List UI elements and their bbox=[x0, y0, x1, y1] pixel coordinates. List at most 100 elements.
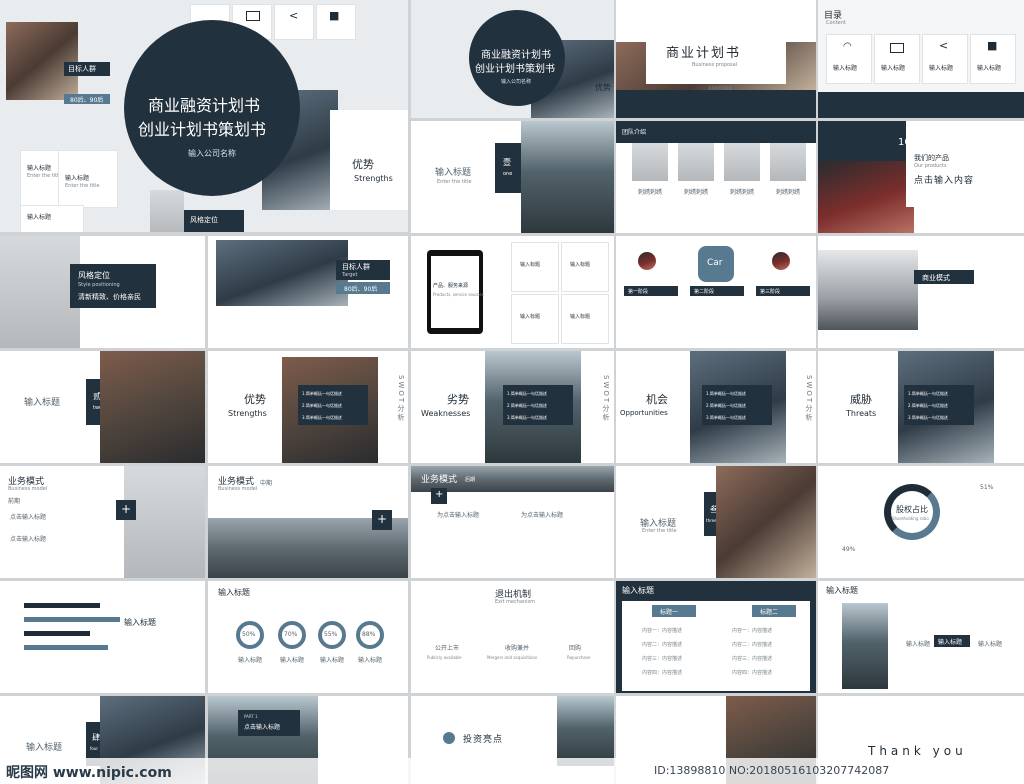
slide-style-positioning[interactable]: 风格定位 Style positioning 清新精致、价格亲民 bbox=[0, 236, 205, 348]
watermark-site: 昵图网 www.nipic.com bbox=[6, 765, 172, 781]
slide-stages[interactable]: Car 第一阶段 第二阶段 第三阶段 bbox=[616, 236, 816, 348]
proposal-footer bbox=[616, 90, 816, 118]
contents-footer bbox=[818, 92, 1024, 118]
stage2-badge: Car bbox=[698, 246, 734, 282]
hero-person-photo bbox=[6, 22, 78, 100]
swot-s-list: 1.简单概括一句话描述 2.简单概括一句话描述 3.简单概括一句话描述 bbox=[298, 385, 368, 425]
hero-guitar-photo bbox=[150, 190, 184, 232]
invest-dot bbox=[443, 732, 455, 744]
slide-business-model-laptop[interactable]: 商业模式 bbox=[818, 236, 1024, 348]
watermark-bar: 昵图网 www.nipic.com ID:13898810 NO:2018051… bbox=[0, 758, 1024, 784]
hero-card-3: 输入标题 bbox=[20, 205, 84, 232]
swot-t-list: 1.简单概括一句话描述 2.简单概括一句话描述 3.简单概括一句话描述 bbox=[904, 385, 974, 425]
bar-1 bbox=[24, 603, 100, 608]
stage1-label: 第一阶段 bbox=[624, 286, 678, 296]
invest-photo bbox=[557, 696, 614, 766]
style-guitar-photo bbox=[0, 236, 80, 348]
swot-w-list: 1.简单概括一句话描述 2.简单概括一句话描述 3.简单概括一句话描述 bbox=[503, 385, 573, 425]
target-tag: 目标人群 Target bbox=[336, 260, 390, 280]
source-tile-3: 输入标题 bbox=[511, 294, 559, 344]
slide-cover-copy[interactable]: 商业融资计划书 创业计划书策划书 输入公司名称 优势 bbox=[411, 0, 614, 118]
contents-tile-2[interactable]: 输入标题 bbox=[874, 34, 920, 84]
slide-swot-threats[interactable]: 威胁 Threats 1.简单概括一句话描述 2.简单概括一句话描述 3.简单概… bbox=[818, 351, 1024, 463]
slide-contents[interactable]: 目录 Content ◠ 输入标题 输入标题 < 输入标题 ■ 输入标题 bbox=[818, 0, 1024, 118]
team-avatar-2 bbox=[678, 143, 714, 181]
hero-age-tag: 80后、90后 bbox=[64, 94, 110, 104]
team-avatar-1 bbox=[632, 143, 668, 181]
slide-swot-opportunities[interactable]: 机会 Opportunities 1.简单概括一句话描述 2.简单概括一句话描述… bbox=[616, 351, 816, 463]
hero-title-line1: 商业融资计划书 bbox=[148, 96, 261, 115]
contents-tile-1[interactable]: ◠ 输入标题 bbox=[826, 34, 872, 84]
monitor-icon bbox=[246, 11, 260, 21]
proposal-card: 商业计划书 Business proposal bbox=[646, 28, 786, 84]
slide-section-three[interactable]: 输入标题 Enter the title 叁 three bbox=[616, 466, 816, 578]
slide-team[interactable]: 团队介绍 刺绣刺绣 刺绣刺绣 刺绣刺绣 刺绣刺绣 bbox=[616, 121, 816, 233]
slide-swot-strengths[interactable]: 优势 Strengths 1.简单概括一句话描述 2.简单概括一句话描述 3.简… bbox=[208, 351, 408, 463]
target-age-tag: 80后、90后 bbox=[336, 282, 390, 294]
columns-panel: 标题一 标题二 内容一：内容描述 内容二：内容描述 内容三：内容描述 内容四：内… bbox=[622, 601, 810, 691]
source-tile-4: 输入标题 bbox=[561, 294, 609, 344]
hero-preview[interactable]: 目标人群 80后、90后 输入标题 Enter the title 输入标题 E… bbox=[0, 0, 408, 232]
team-avatar-4 bbox=[770, 143, 806, 181]
model-tag: 商业模式 bbox=[914, 270, 974, 284]
section-number-tab: 壹 one bbox=[495, 143, 521, 193]
slide-product-sources[interactable]: 产品、服务来源 Products, service sources 输入标题 输… bbox=[411, 236, 614, 348]
hero-title-line2: 创业计划书策划书 bbox=[138, 120, 267, 139]
slide-two-columns[interactable]: 输入标题 标题一 标题二 内容一：内容描述 内容二：内容描述 内容三：内容描述 … bbox=[616, 581, 816, 693]
products-car-photo bbox=[818, 161, 914, 233]
active-tab[interactable]: 输入标题 bbox=[934, 635, 970, 647]
bar-2 bbox=[24, 617, 120, 622]
column-header-2: 标题二 bbox=[752, 605, 796, 617]
column-header-1: 标题一 bbox=[652, 605, 696, 617]
team-avatar-3 bbox=[724, 143, 760, 181]
hero-subtitle: 输入公司名称 bbox=[188, 149, 236, 158]
stage3-label: 第三阶段 bbox=[756, 286, 810, 296]
team-header: 团队介绍 bbox=[616, 121, 816, 143]
target-photo bbox=[216, 240, 348, 306]
slide-biz-early[interactable]: 业务模式 Business model 前期 点击输入标题 点击输入标题 + bbox=[0, 466, 205, 578]
slide-cover-circle: 商业融资计划书 创业计划书策划书 输入公司名称 bbox=[469, 10, 565, 106]
slide-our-products[interactable]: 10:28 我们的产品 Our products 点击输入内容 bbox=[818, 121, 1024, 233]
stage1-photo bbox=[638, 252, 656, 270]
section-three-photo bbox=[716, 466, 816, 578]
laptop-photo bbox=[818, 250, 918, 330]
biz-plus-box[interactable]: + bbox=[116, 500, 136, 520]
bar-3 bbox=[24, 631, 90, 636]
slide-biz-late[interactable]: 业务模式 后期 为点击输入标题 为点击输入标题 + bbox=[411, 466, 614, 578]
hero-style-tag: 风格定位 bbox=[184, 210, 244, 232]
slide-section-two[interactable]: 输入标题 贰 two bbox=[0, 351, 205, 463]
wifi-icon: ◠ bbox=[843, 41, 852, 52]
slide-target-group[interactable]: 目标人群 Target 80后、90后 bbox=[208, 236, 408, 348]
stage2-label: 第二阶段 bbox=[690, 286, 744, 296]
hero-strength-panel: 优势 Strengths bbox=[330, 110, 408, 210]
source-tile-1: 输入标题 bbox=[511, 242, 559, 292]
slide-bar-chart[interactable]: 输入标题 bbox=[0, 581, 205, 693]
hero-icon-tile-3: < bbox=[274, 4, 314, 40]
tablet-device: 产品、服务来源 Products, service sources bbox=[427, 250, 484, 334]
products-card: 我们的产品 Our products 点击输入内容 bbox=[906, 147, 1024, 207]
biz-late-plus[interactable]: + bbox=[431, 488, 447, 504]
slide-biz-mid[interactable]: 业务模式 Business model 中期 + bbox=[208, 466, 408, 578]
presentation-contact-sheet: 目标人群 80后、90后 输入标题 Enter the title 输入标题 E… bbox=[0, 0, 1024, 784]
camera-icon: ■ bbox=[987, 39, 998, 52]
contents-tile-4[interactable]: ■ 输入标题 bbox=[970, 34, 1016, 84]
biz-mid-plus[interactable]: + bbox=[372, 510, 392, 530]
camera-icon: ■ bbox=[329, 9, 340, 22]
swot-o-list: 1.简单概括一句话描述 2.简单概括一句话描述 3.简单概括一句话描述 bbox=[702, 385, 772, 425]
slide-exit-mechanism[interactable]: 退出机制 Exit mechanism 公开上市 收购兼并 回购 Publicl… bbox=[411, 581, 614, 693]
stage3-photo bbox=[772, 252, 790, 270]
watermark-id: ID:13898810 NO:20180516103207742087 bbox=[654, 764, 890, 777]
slide-section-one[interactable]: 输入标题 Enter the title 壹 one bbox=[411, 121, 614, 233]
biz-guitar-photo bbox=[124, 466, 205, 578]
slide-tabs-photo[interactable]: 输入标题 输入标题 输入标题 输入标题 bbox=[818, 581, 1024, 693]
slide-equity[interactable]: 股权占比 Shareholding ratio 51% 49% bbox=[818, 466, 1024, 578]
slide-business-proposal[interactable]: 商业计划书 Business proposal XXXXXXX bbox=[616, 0, 816, 118]
section-two-photo bbox=[100, 351, 205, 463]
slide-swot-weaknesses[interactable]: 劣势 Weaknesses 1.简单概括一句话描述 2.简单概括一句话描述 3.… bbox=[411, 351, 614, 463]
hero-title-circle: 商业融资计划书 创业计划书策划书 输入公司名称 bbox=[124, 20, 300, 196]
slide-percent-rings[interactable]: 输入标题 50% 70% 55% 88% 输入标题 输入标题 输入标题 输入标题 bbox=[208, 581, 408, 693]
source-tile-2: 输入标题 bbox=[561, 242, 609, 292]
contents-tile-3[interactable]: < 输入标题 bbox=[922, 34, 968, 84]
part-one-tag: PART 1 点击输入标题 bbox=[238, 710, 300, 736]
tabs-photo bbox=[842, 603, 888, 689]
